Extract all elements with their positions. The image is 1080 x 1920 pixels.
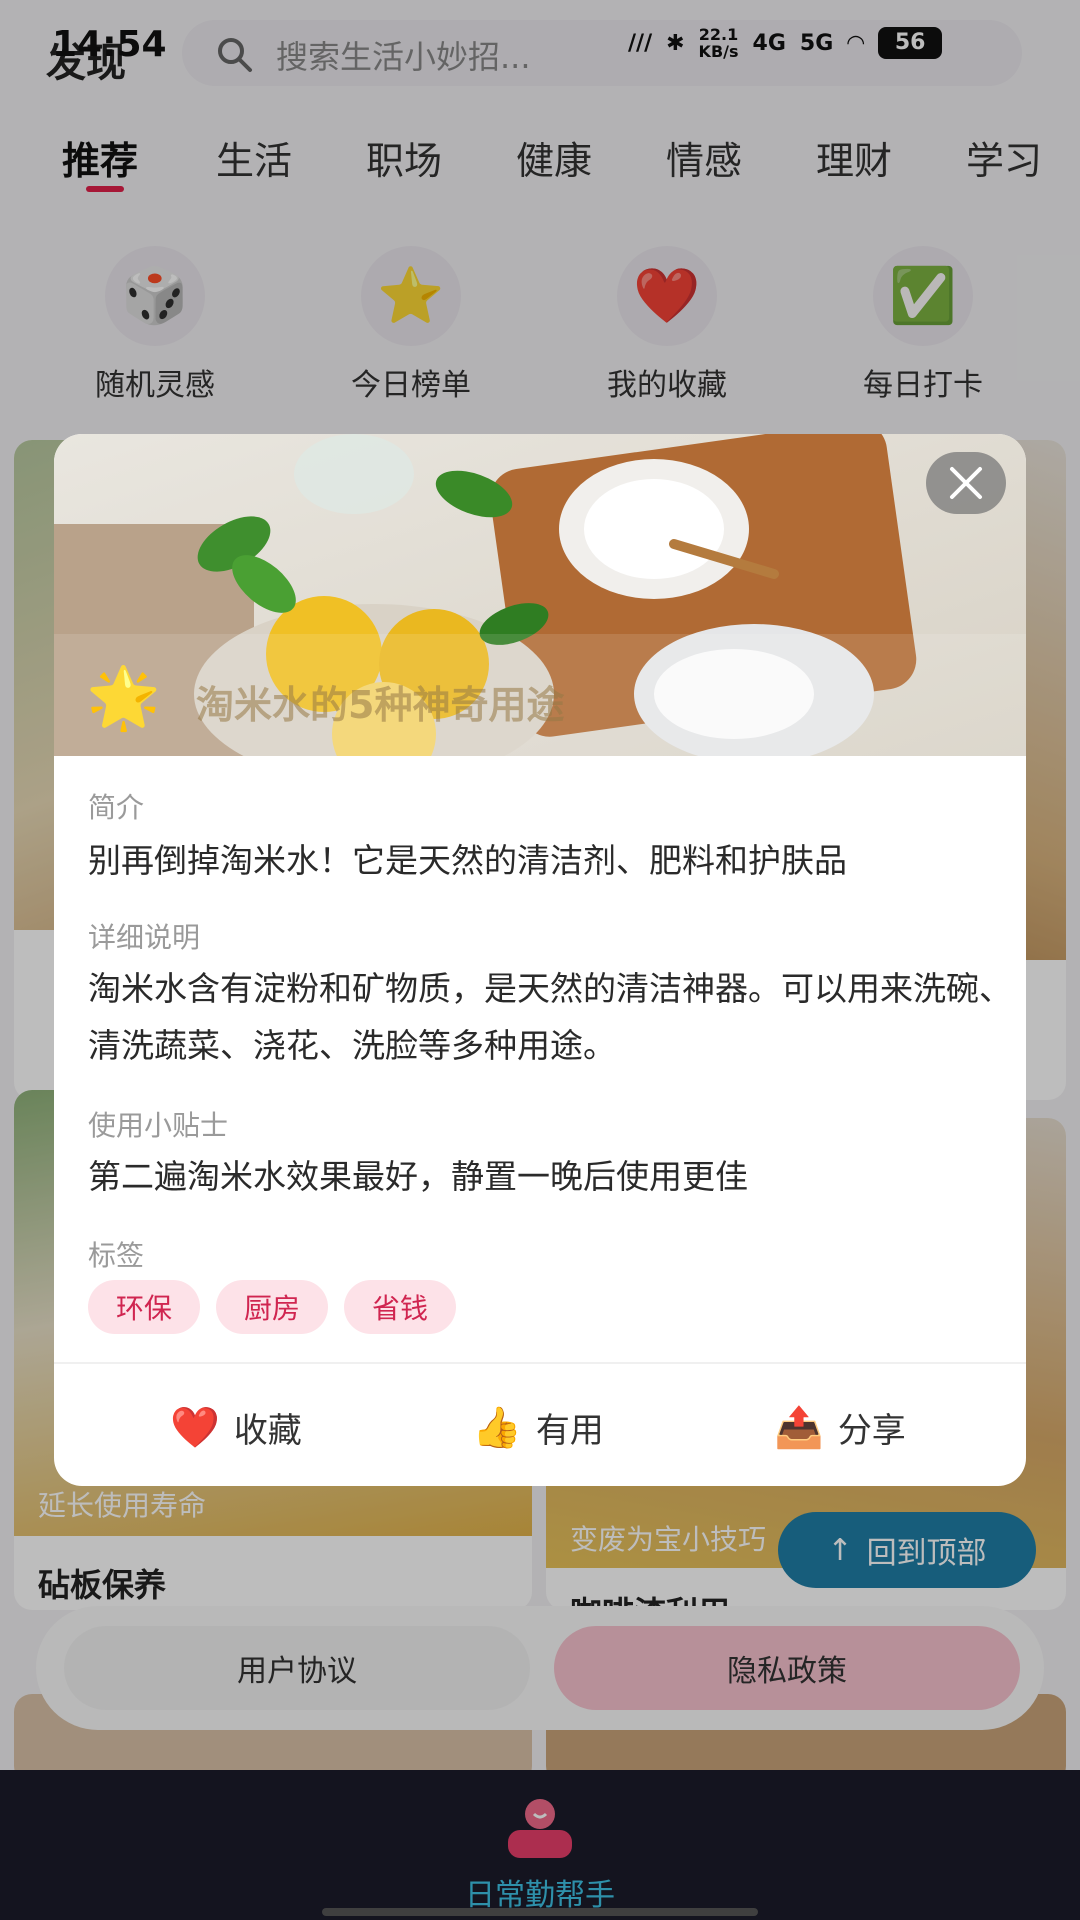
tag-chip[interactable]: 环保 — [88, 1280, 201, 1334]
intro-label: 简介 — [88, 791, 145, 824]
tag-list: 环保 厨房 省钱 — [88, 1280, 457, 1334]
intro-text: 别再倒掉淘米水！它是天然的清洁剂、肥料和护肤品 — [88, 841, 847, 880]
tips-label: 使用小贴士 — [88, 1109, 229, 1142]
heart-icon: ❤️ — [170, 1404, 220, 1451]
detail-text: 淘米水含有淀粉和矿物质，是天然的清洁神器。可以用来洗碗、清洗蔬菜、浇花、洗脸等多… — [88, 969, 1012, 1065]
thumbs-up-icon: 👍 — [472, 1404, 522, 1451]
detail-label: 详细说明 — [88, 921, 201, 954]
tag-chip[interactable]: 省钱 — [344, 1280, 457, 1334]
close-button[interactable] — [926, 452, 1006, 514]
close-icon — [950, 467, 982, 499]
star-icon: 🌟 — [86, 663, 161, 733]
share-icon: 📤 — [774, 1404, 824, 1451]
share-button[interactable]: 📤 分享 — [774, 1394, 906, 1460]
useful-button[interactable]: 👍 有用 — [472, 1394, 604, 1460]
favorite-button[interactable]: ❤️ 收藏 — [170, 1394, 302, 1460]
modal-title: 淘米水的5种神奇用途 — [196, 683, 565, 727]
tags-label: 标签 — [88, 1239, 145, 1272]
tag-chip[interactable]: 厨房 — [216, 1280, 329, 1334]
tip-detail-modal: 🌟 淘米水的5种神奇用途 简介 别再倒掉淘米水！它是天然的清洁剂、肥料和护肤品 … — [54, 434, 1026, 1486]
tips-text: 第二遍淘米水效果最好，静置一晚后使用更佳 — [88, 1157, 748, 1196]
divider — [54, 1362, 1026, 1364]
